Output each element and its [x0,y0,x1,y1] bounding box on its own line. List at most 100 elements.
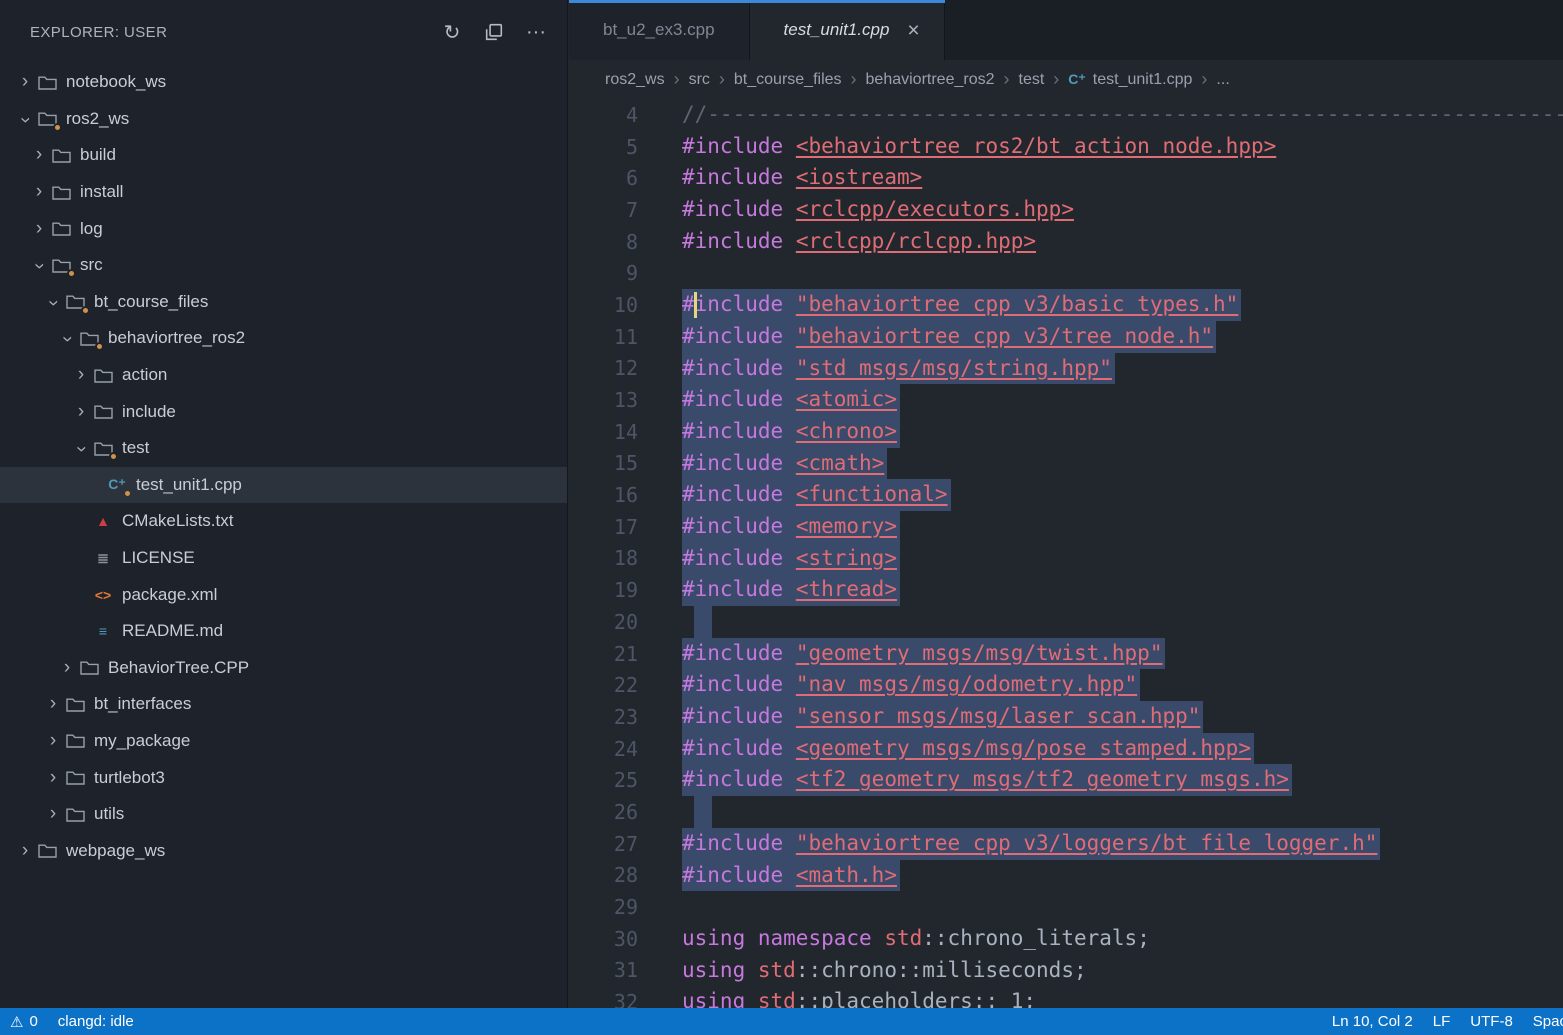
folder-icon [92,438,114,458]
tree-item-label: README.md [122,621,223,641]
tree-folder-src[interactable]: ›src [0,247,567,284]
eol-indicator[interactable]: LF [1433,1013,1451,1030]
code-line-31[interactable]: 31using std::chrono::milliseconds; [569,955,1563,987]
code-line-6[interactable]: 6#include <iostream> [569,162,1563,194]
xml-file-icon: <> [92,585,114,605]
code-line-10[interactable]: 10 #include "behaviortree_cpp_v3/basic_ty… [569,289,1563,321]
code-line-23[interactable]: 23#include "sensor_msgs/msg/laser_scan.h… [569,701,1563,733]
code-line-18[interactable]: 18 #include <string> [569,543,1563,575]
code-line-9[interactable]: 9 [569,257,1563,289]
code-line-24[interactable]: 24#include <geometry_msgs/msg/pose_stamp… [569,733,1563,765]
tree-file-README.md[interactable]: ≡README.md [0,613,567,650]
code-line-19[interactable]: 19#include <thread> [569,574,1563,606]
code-area[interactable]: 4//-------------------------------------… [569,99,1563,1008]
code-text: #include "behaviortree_cpp_v3/basic_type… [682,289,1241,321]
code-line-16[interactable]: 16#include <functional> [569,479,1563,511]
line-number: 16 [569,483,638,507]
breadcrumb-item-src[interactable]: src [689,71,710,89]
folder-icon [36,841,58,861]
tree-folder-notebook_ws[interactable]: ›notebook_ws [0,64,567,101]
code-text: #include <string> [682,543,900,575]
folder-icon [50,182,72,202]
tree-folder-ros2_ws[interactable]: ›ros2_ws [0,101,567,138]
tree-folder-test[interactable]: ›test [0,430,567,467]
tree-file-package.xml[interactable]: <>package.xml [0,576,567,613]
tree-folder-turtlebot3[interactable]: ›turtlebot3 [0,759,567,796]
more-actions-icon[interactable]: ··· [521,17,551,47]
code-line-32[interactable]: 32using std::placeholders::_1; [569,986,1563,1008]
indentation-indicator[interactable]: Spac [1533,1013,1563,1030]
tree-item-label: turtlebot3 [94,768,165,788]
code-line-5[interactable]: 5#include <behaviortree_ros2/bt_action_n… [569,131,1563,163]
cursor-position[interactable]: Ln 10, Col 2 [1332,1013,1413,1030]
tree-folder-log[interactable]: ›log [0,210,567,247]
code-text [682,606,712,638]
tree-folder-action[interactable]: ›action [0,357,567,394]
code-text: #include <behaviortree_ros2/bt_action_no… [682,131,1276,163]
code-text: using namespace std::chrono_literals; [682,923,1150,955]
tree-folder-webpage_ws[interactable]: ›webpage_ws [0,832,567,869]
code-line-17[interactable]: 17#include <memory> [569,511,1563,543]
code-line-7[interactable]: 7#include <rclcpp/executors.hpp> [569,194,1563,226]
code-text: #include "sensor_msgs/msg/laser_scan.hpp… [682,701,1203,733]
code-line-15[interactable]: 15#include <cmath> [569,448,1563,480]
breadcrumb-item-...[interactable]: ... [1216,71,1229,89]
collapse-folders-icon[interactable] [479,17,509,47]
status-bar-right: Ln 10, Col 2 LF UTF-8 Spac [1332,1013,1563,1030]
line-number: 28 [569,863,638,887]
tree-folder-behaviortree_ros2[interactable]: › behaviortree_ros2 [0,320,567,357]
code-text: #include <geometry_msgs/msg/pose_stamped… [682,733,1254,765]
tree-folder-include[interactable]: ›include [0,393,567,430]
tree-folder-my_package[interactable]: ›my_package [0,723,567,760]
line-number: 10 [569,293,638,317]
tree-folder-utils[interactable]: ›utils [0,796,567,833]
code-line-22[interactable]: 22#include "nav_msgs/msg/odometry.hpp" [569,669,1563,701]
folder-icon [50,255,72,275]
tab-test_unit1[interactable]: test_unit1.cpp × [750,0,945,60]
problems-indicator[interactable]: ⚠ 0 [10,1013,38,1031]
code-line-29[interactable]: 29 [569,891,1563,923]
code-line-11[interactable]: 11#include "behaviortree_cpp_v3/tree_nod… [569,321,1563,353]
code-line-27[interactable]: 27#include "behaviortree_cpp_v3/loggers/… [569,828,1563,860]
breadcrumb-item-bt_course_files[interactable]: bt_course_files [734,71,842,89]
text-cursor [694,292,697,318]
tree-folder-BehaviorTree.CPP[interactable]: ›BehaviorTree.CPP [0,650,567,687]
tree-folder-bt_course_files[interactable]: ›bt_course_files [0,284,567,321]
code-line-28[interactable]: 28#include <math.h> [569,860,1563,892]
tree-file-test_unit1.cpp[interactable]: C⁺test_unit1.cpp [0,467,567,504]
code-line-12[interactable]: 12#include "std_msgs/msg/string.hpp" [569,353,1563,385]
tree-folder-build[interactable]: ›build [0,137,567,174]
breadcrumb-item-test[interactable]: test [1019,71,1045,89]
chevron-down-icon: › [56,328,78,350]
line-number: 18 [569,546,638,570]
folder-icon [64,768,86,788]
tree-file-CMakeLists.txt[interactable]: ▲CMakeLists.txt [0,503,567,540]
breadcrumb-item-ros2_ws[interactable]: ros2_ws [605,71,665,89]
chevron-right-icon: › [56,657,78,679]
encoding-indicator[interactable]: UTF-8 [1470,1013,1513,1030]
code-line-26[interactable]: 26 [569,796,1563,828]
refresh-explorer-icon[interactable]: ↻ [437,17,467,47]
folder-icon [64,731,86,751]
tab-bt_u2_ex3[interactable]: bt_u2_ex3.cpp [569,0,750,60]
code-line-20[interactable]: 20 [569,606,1563,638]
folder-icon [78,328,100,348]
code-line-4[interactable]: 4//-------------------------------------… [569,99,1563,131]
tree-folder-bt_interfaces[interactable]: ›bt_interfaces [0,686,567,723]
close-icon[interactable]: × [907,20,919,41]
code-line-25[interactable]: 25#include <tf2_geometry_msgs/tf2_geomet… [569,764,1563,796]
tree-item-label: behaviortree_ros2 [108,328,245,348]
code-line-8[interactable]: 8#include <rclcpp/rclcpp.hpp> [569,226,1563,258]
code-line-13[interactable]: 13#include <atomic> [569,384,1563,416]
clangd-status[interactable]: clangd: idle [58,1013,134,1030]
status-bar: ⚠ 0 clangd: idle Ln 10, Col 2 LF UTF-8 S… [0,1008,1563,1035]
tree-item-label: include [122,402,176,422]
code-line-14[interactable]: 14#include <chrono> [569,416,1563,448]
code-line-30[interactable]: 30using namespace std::chrono_literals; [569,923,1563,955]
line-number: 22 [569,673,638,697]
breadcrumb-item-behaviortree_ros2[interactable]: behaviortree_ros2 [866,71,995,89]
tree-folder-install[interactable]: ›install [0,174,567,211]
code-line-21[interactable]: 21#include "geometry_msgs/msg/twist.hpp" [569,638,1563,670]
breadcrumb-item-test_unit1.cpp[interactable]: test_unit1.cpp [1093,71,1193,89]
tree-file-LICENSE[interactable]: ≣LICENSE [0,540,567,577]
